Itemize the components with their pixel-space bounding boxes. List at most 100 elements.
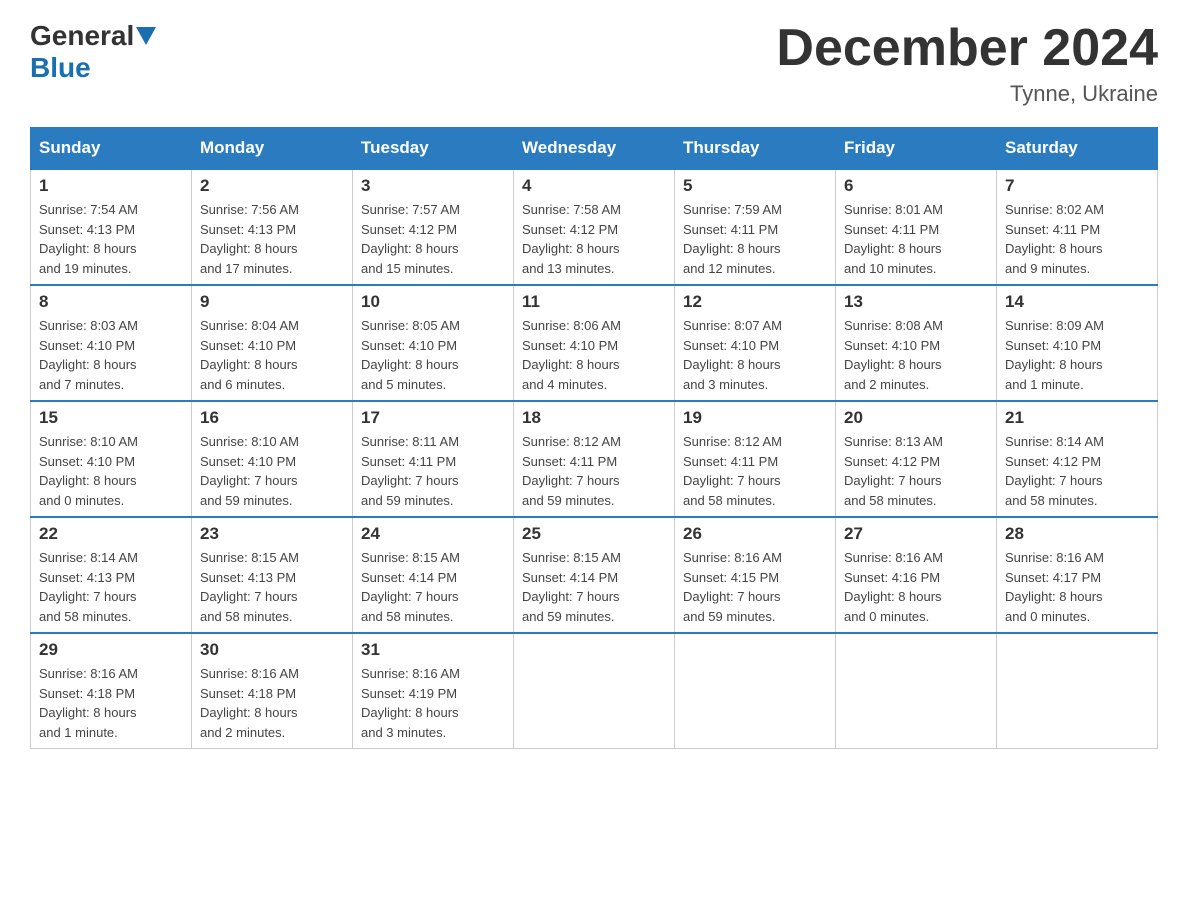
day-info: Sunrise: 8:04 AM Sunset: 4:10 PM Dayligh… (200, 316, 344, 394)
day-info: Sunrise: 7:56 AM Sunset: 4:13 PM Dayligh… (200, 200, 344, 278)
calendar-subtitle: Tynne, Ukraine (776, 81, 1158, 107)
calendar-cell: 3 Sunrise: 7:57 AM Sunset: 4:12 PM Dayli… (353, 169, 514, 285)
day-info: Sunrise: 8:11 AM Sunset: 4:11 PM Dayligh… (361, 432, 505, 510)
day-number: 10 (361, 292, 505, 312)
logo: General Blue (30, 20, 158, 84)
day-info: Sunrise: 8:06 AM Sunset: 4:10 PM Dayligh… (522, 316, 666, 394)
day-info: Sunrise: 8:01 AM Sunset: 4:11 PM Dayligh… (844, 200, 988, 278)
calendar-title: December 2024 (776, 20, 1158, 77)
day-info: Sunrise: 8:15 AM Sunset: 4:14 PM Dayligh… (361, 548, 505, 626)
day-number: 24 (361, 524, 505, 544)
day-number: 9 (200, 292, 344, 312)
day-info: Sunrise: 8:07 AM Sunset: 4:10 PM Dayligh… (683, 316, 827, 394)
day-info: Sunrise: 8:15 AM Sunset: 4:13 PM Dayligh… (200, 548, 344, 626)
day-info: Sunrise: 8:12 AM Sunset: 4:11 PM Dayligh… (683, 432, 827, 510)
calendar-cell: 24 Sunrise: 8:15 AM Sunset: 4:14 PM Dayl… (353, 517, 514, 633)
calendar-cell: 22 Sunrise: 8:14 AM Sunset: 4:13 PM Dayl… (31, 517, 192, 633)
day-number: 25 (522, 524, 666, 544)
calendar-cell: 30 Sunrise: 8:16 AM Sunset: 4:18 PM Dayl… (192, 633, 353, 749)
calendar-cell: 29 Sunrise: 8:16 AM Sunset: 4:18 PM Dayl… (31, 633, 192, 749)
calendar-cell: 18 Sunrise: 8:12 AM Sunset: 4:11 PM Dayl… (514, 401, 675, 517)
day-info: Sunrise: 8:08 AM Sunset: 4:10 PM Dayligh… (844, 316, 988, 394)
day-info: Sunrise: 8:03 AM Sunset: 4:10 PM Dayligh… (39, 316, 183, 394)
day-number: 11 (522, 292, 666, 312)
calendar-cell: 19 Sunrise: 8:12 AM Sunset: 4:11 PM Dayl… (675, 401, 836, 517)
page-header: General Blue December 2024 Tynne, Ukrain… (30, 20, 1158, 107)
calendar-cell (514, 633, 675, 749)
calendar-cell: 25 Sunrise: 8:15 AM Sunset: 4:14 PM Dayl… (514, 517, 675, 633)
header-wednesday: Wednesday (514, 128, 675, 170)
day-info: Sunrise: 8:05 AM Sunset: 4:10 PM Dayligh… (361, 316, 505, 394)
day-number: 26 (683, 524, 827, 544)
calendar-cell: 31 Sunrise: 8:16 AM Sunset: 4:19 PM Dayl… (353, 633, 514, 749)
header-thursday: Thursday (675, 128, 836, 170)
calendar-cell: 27 Sunrise: 8:16 AM Sunset: 4:16 PM Dayl… (836, 517, 997, 633)
day-number: 16 (200, 408, 344, 428)
calendar-cell: 11 Sunrise: 8:06 AM Sunset: 4:10 PM Dayl… (514, 285, 675, 401)
day-info: Sunrise: 8:02 AM Sunset: 4:11 PM Dayligh… (1005, 200, 1149, 278)
day-info: Sunrise: 8:16 AM Sunset: 4:16 PM Dayligh… (844, 548, 988, 626)
day-number: 30 (200, 640, 344, 660)
weekday-header-row: Sunday Monday Tuesday Wednesday Thursday… (31, 128, 1158, 170)
day-number: 7 (1005, 176, 1149, 196)
calendar-cell (675, 633, 836, 749)
calendar-cell: 16 Sunrise: 8:10 AM Sunset: 4:10 PM Dayl… (192, 401, 353, 517)
header-friday: Friday (836, 128, 997, 170)
day-number: 21 (1005, 408, 1149, 428)
calendar-cell: 15 Sunrise: 8:10 AM Sunset: 4:10 PM Dayl… (31, 401, 192, 517)
day-number: 17 (361, 408, 505, 428)
logo-arrow-icon (136, 27, 156, 45)
calendar-cell: 4 Sunrise: 7:58 AM Sunset: 4:12 PM Dayli… (514, 169, 675, 285)
calendar-table: Sunday Monday Tuesday Wednesday Thursday… (30, 127, 1158, 749)
calendar-cell: 6 Sunrise: 8:01 AM Sunset: 4:11 PM Dayli… (836, 169, 997, 285)
day-number: 31 (361, 640, 505, 660)
day-number: 4 (522, 176, 666, 196)
header-sunday: Sunday (31, 128, 192, 170)
calendar-cell: 7 Sunrise: 8:02 AM Sunset: 4:11 PM Dayli… (997, 169, 1158, 285)
calendar-cell (997, 633, 1158, 749)
logo-general-text: General (30, 20, 134, 52)
day-info: Sunrise: 8:10 AM Sunset: 4:10 PM Dayligh… (200, 432, 344, 510)
day-info: Sunrise: 8:14 AM Sunset: 4:13 PM Dayligh… (39, 548, 183, 626)
calendar-cell: 13 Sunrise: 8:08 AM Sunset: 4:10 PM Dayl… (836, 285, 997, 401)
day-info: Sunrise: 7:58 AM Sunset: 4:12 PM Dayligh… (522, 200, 666, 278)
day-info: Sunrise: 8:16 AM Sunset: 4:19 PM Dayligh… (361, 664, 505, 742)
day-number: 6 (844, 176, 988, 196)
day-info: Sunrise: 8:16 AM Sunset: 4:17 PM Dayligh… (1005, 548, 1149, 626)
day-number: 22 (39, 524, 183, 544)
calendar-cell: 26 Sunrise: 8:16 AM Sunset: 4:15 PM Dayl… (675, 517, 836, 633)
calendar-cell: 20 Sunrise: 8:13 AM Sunset: 4:12 PM Dayl… (836, 401, 997, 517)
day-info: Sunrise: 8:16 AM Sunset: 4:18 PM Dayligh… (39, 664, 183, 742)
header-monday: Monday (192, 128, 353, 170)
day-info: Sunrise: 8:09 AM Sunset: 4:10 PM Dayligh… (1005, 316, 1149, 394)
day-number: 2 (200, 176, 344, 196)
day-info: Sunrise: 8:16 AM Sunset: 4:18 PM Dayligh… (200, 664, 344, 742)
day-number: 14 (1005, 292, 1149, 312)
day-number: 1 (39, 176, 183, 196)
calendar-cell: 23 Sunrise: 8:15 AM Sunset: 4:13 PM Dayl… (192, 517, 353, 633)
day-number: 18 (522, 408, 666, 428)
calendar-cell: 10 Sunrise: 8:05 AM Sunset: 4:10 PM Dayl… (353, 285, 514, 401)
day-info: Sunrise: 7:59 AM Sunset: 4:11 PM Dayligh… (683, 200, 827, 278)
header-tuesday: Tuesday (353, 128, 514, 170)
calendar-cell: 12 Sunrise: 8:07 AM Sunset: 4:10 PM Dayl… (675, 285, 836, 401)
day-number: 8 (39, 292, 183, 312)
day-number: 23 (200, 524, 344, 544)
day-info: Sunrise: 8:12 AM Sunset: 4:11 PM Dayligh… (522, 432, 666, 510)
week-row-2: 8 Sunrise: 8:03 AM Sunset: 4:10 PM Dayli… (31, 285, 1158, 401)
calendar-cell: 28 Sunrise: 8:16 AM Sunset: 4:17 PM Dayl… (997, 517, 1158, 633)
week-row-5: 29 Sunrise: 8:16 AM Sunset: 4:18 PM Dayl… (31, 633, 1158, 749)
day-number: 13 (844, 292, 988, 312)
day-number: 3 (361, 176, 505, 196)
day-info: Sunrise: 8:15 AM Sunset: 4:14 PM Dayligh… (522, 548, 666, 626)
week-row-3: 15 Sunrise: 8:10 AM Sunset: 4:10 PM Dayl… (31, 401, 1158, 517)
day-number: 12 (683, 292, 827, 312)
day-number: 19 (683, 408, 827, 428)
day-number: 5 (683, 176, 827, 196)
calendar-cell: 17 Sunrise: 8:11 AM Sunset: 4:11 PM Dayl… (353, 401, 514, 517)
day-number: 27 (844, 524, 988, 544)
day-info: Sunrise: 8:10 AM Sunset: 4:10 PM Dayligh… (39, 432, 183, 510)
calendar-cell: 8 Sunrise: 8:03 AM Sunset: 4:10 PM Dayli… (31, 285, 192, 401)
calendar-cell: 1 Sunrise: 7:54 AM Sunset: 4:13 PM Dayli… (31, 169, 192, 285)
logo-blue-text: Blue (30, 52, 91, 83)
